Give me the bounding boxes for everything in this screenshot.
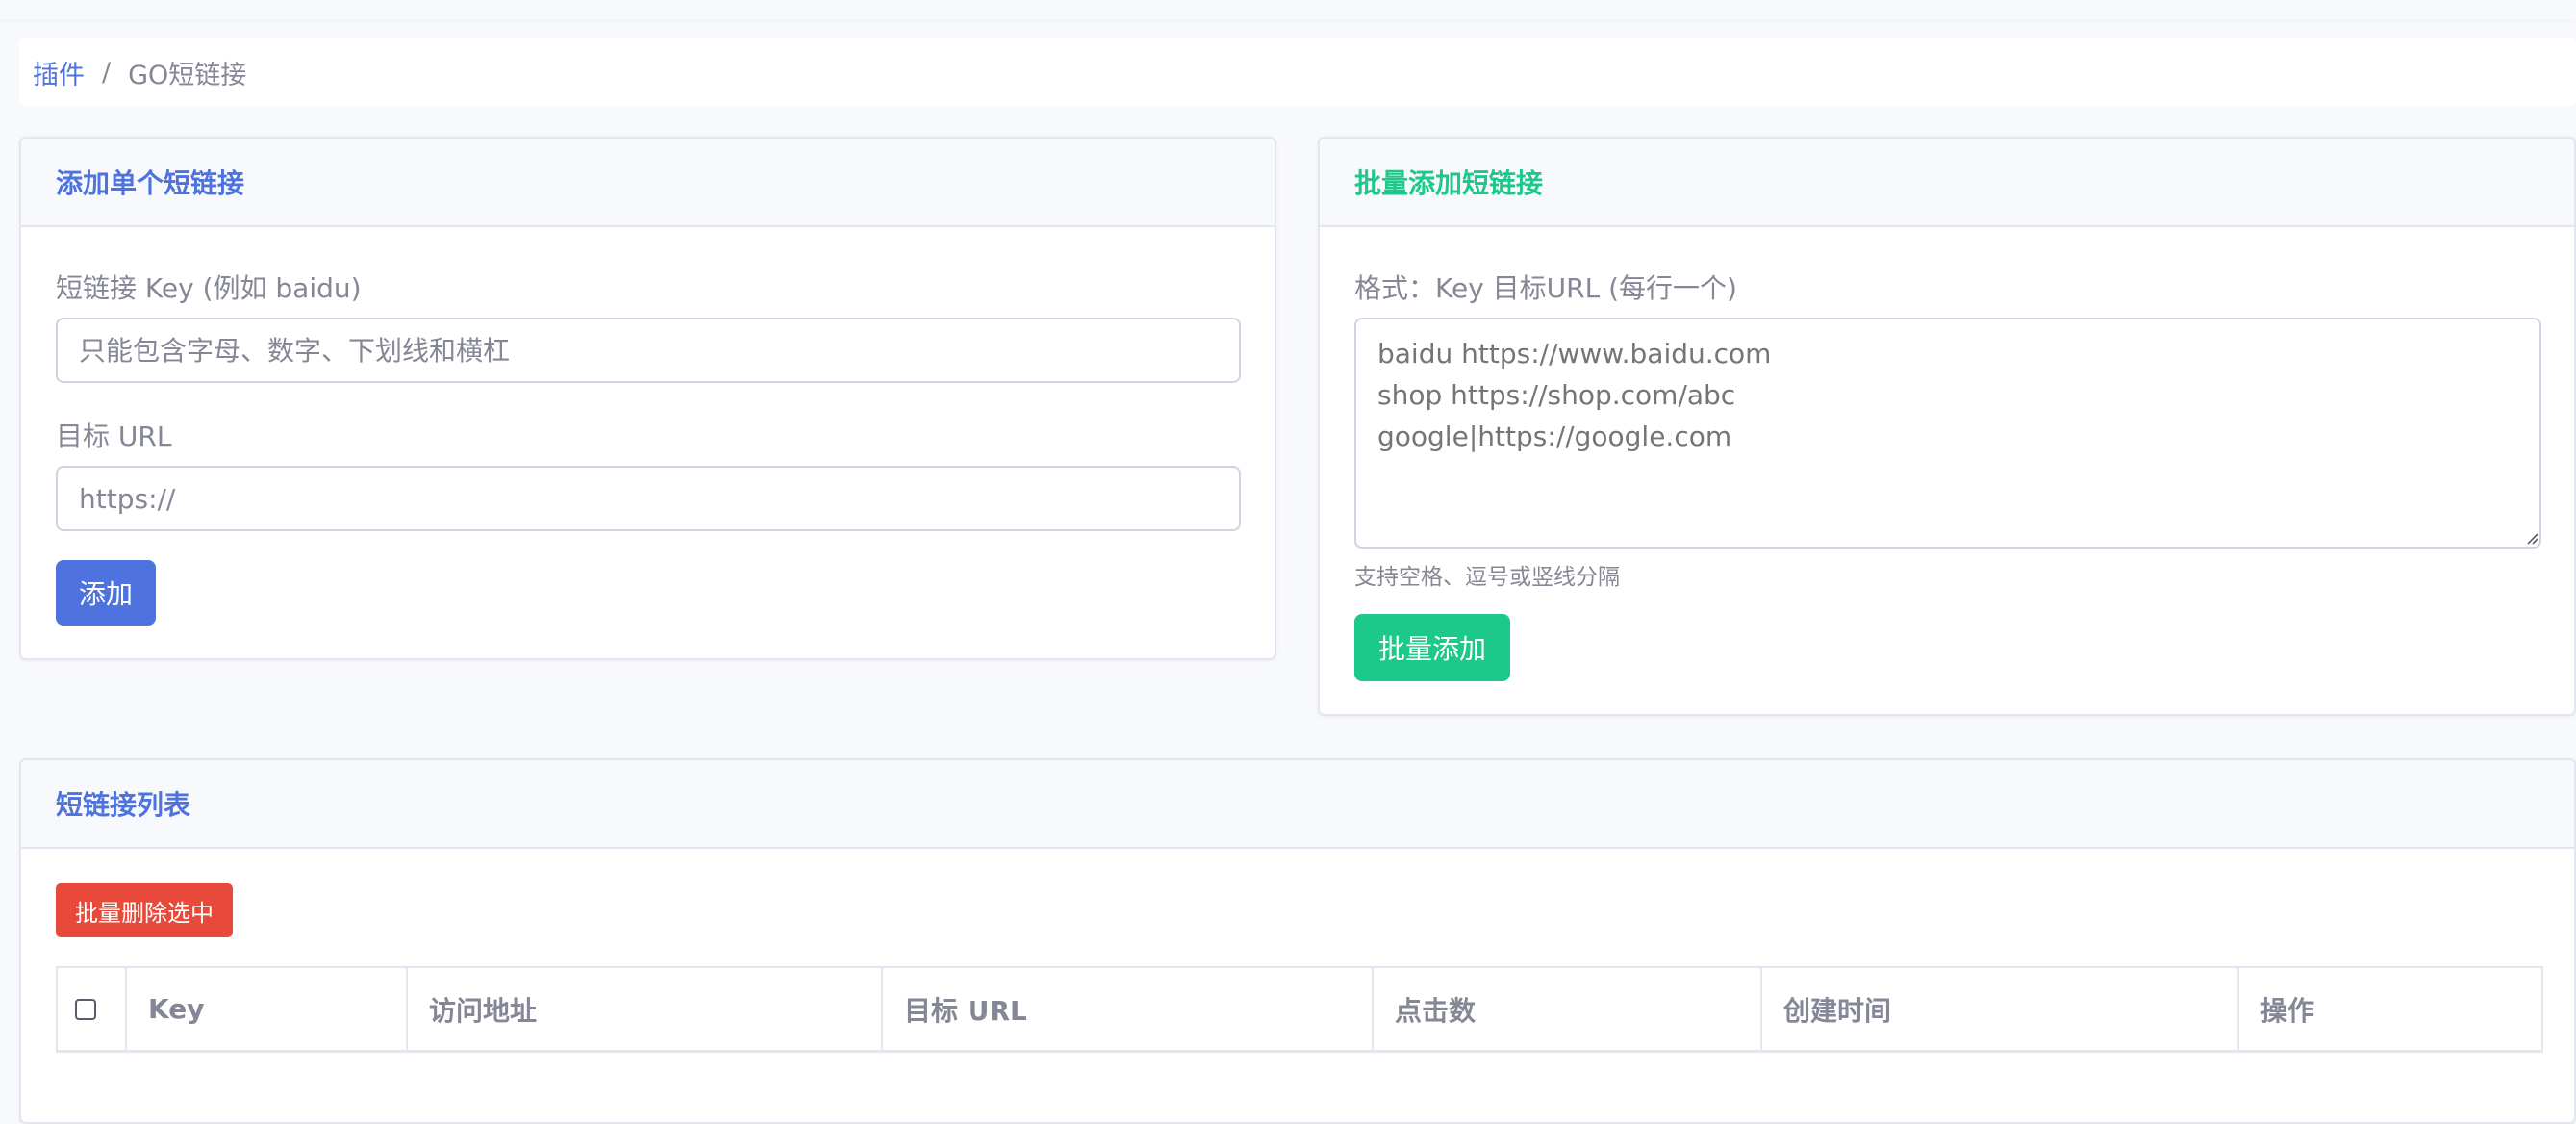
short-link-list-card: 短链接列表 批量删除选中 Key 访问地址 目标 URL 点击数 创建时间 操作 (19, 758, 2576, 1124)
batch-add-card: 批量添加短链接 格式：Key 目标URL (每行一个) 支持空格、逗号或竖线分隔… (1318, 137, 2576, 716)
batch-add-card-title: 批量添加短链接 (1320, 139, 2574, 227)
topbar-strip (0, 0, 2576, 19)
target-url-input[interactable] (56, 466, 1241, 531)
add-button[interactable]: 添加 (56, 560, 156, 626)
column-clicks[interactable]: 点击数 (1374, 968, 1762, 1050)
column-target-url[interactable]: 目标 URL (883, 968, 1374, 1050)
select-all-checkbox[interactable] (75, 998, 96, 1020)
short-link-table-header: Key 访问地址 目标 URL 点击数 创建时间 操作 (56, 966, 2543, 1053)
batch-help-text: 支持空格、逗号或竖线分隔 (1354, 565, 1620, 590)
short-key-input[interactable] (56, 318, 1241, 383)
add-single-card-title: 添加单个短链接 (21, 139, 1275, 227)
breadcrumb-separator: / (102, 57, 112, 88)
breadcrumb: 插件 / GO短链接 (19, 38, 2576, 106)
breadcrumb-current: GO短链接 (128, 60, 247, 90)
batch-links-textarea[interactable] (1354, 318, 2541, 549)
bulk-delete-button[interactable]: 批量删除选中 (56, 883, 233, 937)
breadcrumb-link-plugins[interactable]: 插件 (33, 54, 85, 91)
column-actions: 操作 (2260, 994, 2315, 1027)
batch-format-label: 格式：Key 目标URL (每行一个) (1354, 272, 1737, 304)
column-created-at[interactable]: 创建时间 (1762, 968, 2239, 1050)
column-access-url[interactable]: 访问地址 (408, 968, 883, 1050)
short-key-label: 短链接 Key (例如 baidu) (56, 272, 362, 304)
batch-add-button[interactable]: 批量添加 (1354, 614, 1510, 681)
resize-grip-icon[interactable] (2522, 528, 2539, 546)
column-select-all (58, 968, 127, 1050)
short-link-list-title: 短链接列表 (21, 760, 2574, 849)
column-key[interactable]: Key (127, 968, 408, 1050)
add-single-card: 添加单个短链接 短链接 Key (例如 baidu) 目标 URL 添加 (19, 137, 1276, 660)
target-url-label: 目标 URL (56, 421, 172, 452)
